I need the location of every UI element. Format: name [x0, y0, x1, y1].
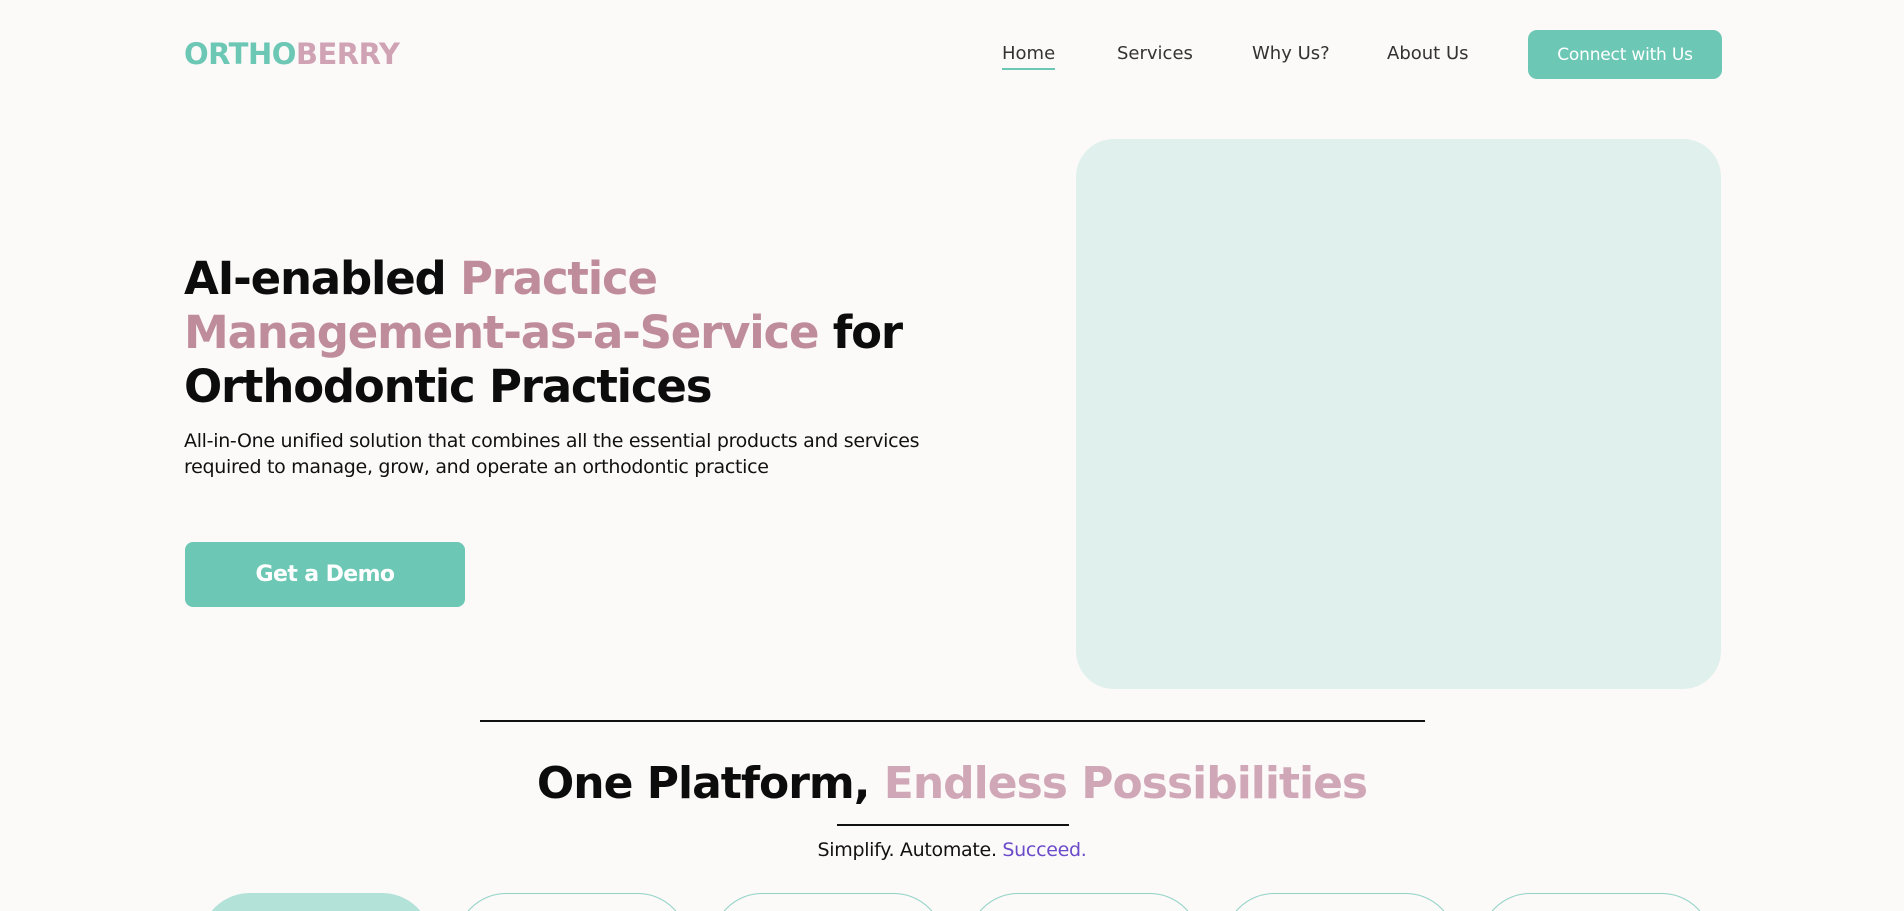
feature-card[interactable] — [200, 893, 432, 911]
hero-title-part1: AI-enabled — [184, 252, 461, 305]
section-divider — [480, 720, 1425, 722]
hero-image-panel — [1076, 139, 1721, 689]
logo[interactable]: ORTHOBERRY — [184, 37, 400, 71]
section-tagline: Simplify. Automate. Succeed. — [0, 837, 1904, 863]
page: ORTHOBERRY Home Services Why Us? About U… — [0, 0, 1904, 911]
feature-card[interactable] — [1224, 893, 1456, 911]
nav-home[interactable]: Home — [1002, 40, 1056, 70]
feature-card[interactable] — [1480, 893, 1712, 911]
logo-part-ortho: ORTHO — [184, 37, 296, 71]
nav-why-us[interactable]: Why Us? — [1252, 40, 1330, 68]
hero-subtitle: All-in-One unified solution that combine… — [184, 430, 920, 478]
section-title-underline — [837, 824, 1069, 826]
tagline-accent: Succeed. — [1002, 839, 1087, 861]
tagline-part1: Simplify. Automate. — [817, 839, 1003, 861]
get-demo-button[interactable]: Get a Demo — [185, 542, 465, 607]
section-title: One Platform, Endless Possibilities — [0, 756, 1904, 812]
nav-services[interactable]: Services — [1117, 40, 1193, 68]
hero-title: AI-enabled Practice Management-as-a-Serv… — [184, 252, 964, 414]
section-title-part1: One Platform, — [536, 758, 884, 809]
connect-with-us-button[interactable]: Connect with Us — [1528, 30, 1722, 79]
feature-card[interactable] — [712, 893, 944, 911]
nav-about-us[interactable]: About Us — [1387, 40, 1469, 68]
logo-part-berry: BERRY — [295, 37, 400, 71]
feature-card[interactable] — [968, 893, 1200, 911]
feature-card[interactable] — [456, 893, 688, 911]
section-title-highlight: Endless Possibilities — [883, 758, 1368, 809]
